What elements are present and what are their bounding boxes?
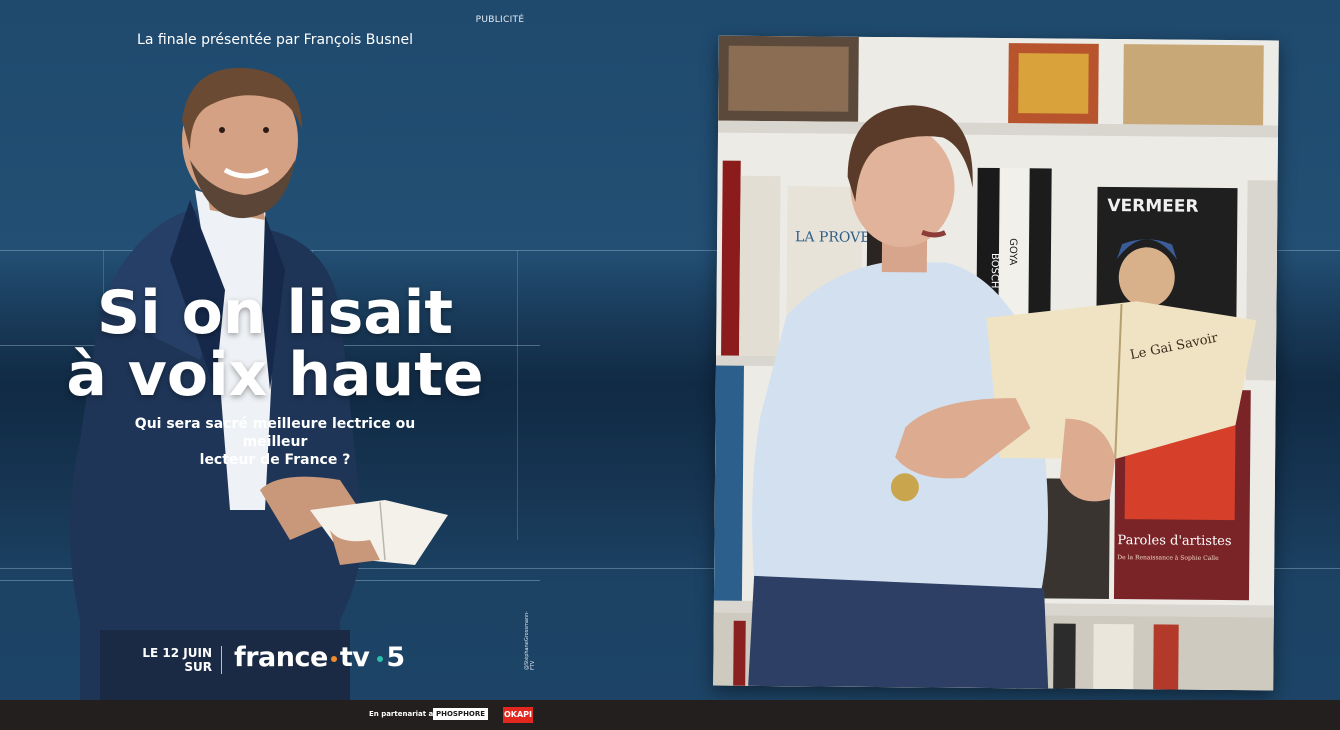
- brand-tv: tv: [339, 642, 370, 673]
- brand-france: france: [234, 642, 328, 673]
- france-tv-5-logo: france tv 5: [234, 642, 405, 673]
- phosphore-logo: PHOSPHORE: [433, 708, 488, 720]
- subtitle-line-1: Qui sera sacré meilleure lectrice ou mei…: [134, 416, 416, 450]
- teal-dot-icon: [377, 655, 384, 662]
- photo-book-bosch: BOSCH: [989, 253, 1000, 289]
- broadcast-date: LE 12 JUIN SUR: [130, 646, 212, 674]
- advertisement-label: PUBLICITÉ: [475, 15, 525, 25]
- title-line-1: Si on lisait: [96, 278, 454, 348]
- date-line-1: LE 12 JUIN: [142, 646, 212, 660]
- photo-book-paroles-sub: De la Renaissance à Sophie Calle: [1117, 554, 1219, 562]
- advertisement: PUBLICITÉ La finale présentée par Franço…: [0, 0, 1340, 730]
- grid-line: [517, 250, 518, 540]
- presenter-line: La finale présentée par François Busnel: [137, 32, 413, 48]
- show-title: Si on lisait à voix haute: [50, 282, 500, 406]
- date-separator: [221, 646, 222, 674]
- photo-book-vermeer: VERMEER: [1107, 196, 1198, 217]
- photo-book-paroles: Paroles d'artistes: [1117, 533, 1231, 549]
- okapi-logo: OKAPI: [503, 707, 533, 723]
- brand-channel: 5: [386, 642, 405, 673]
- title-line-2: à voix haute: [66, 340, 484, 410]
- reader-photo: LA PROVENCE BOSCH GOYA VERMEER Paroles d…: [713, 35, 1279, 691]
- reader-illustration: LA PROVENCE BOSCH GOYA VERMEER Paroles d…: [713, 35, 1279, 691]
- date-line-2: SUR: [184, 660, 212, 674]
- partner-bar: En partenariat avec PHOSPHORE OKAPI: [0, 700, 1340, 730]
- photo-book-goya: GOYA: [1007, 238, 1018, 266]
- photo-credit: @StéphaneGrossmann-FTV: [524, 610, 534, 670]
- show-subtitle: Qui sera sacré meilleure lectrice ou mei…: [105, 415, 445, 469]
- subtitle-line-2: lecteur de France ?: [199, 452, 351, 468]
- orange-dot-icon: [330, 655, 337, 662]
